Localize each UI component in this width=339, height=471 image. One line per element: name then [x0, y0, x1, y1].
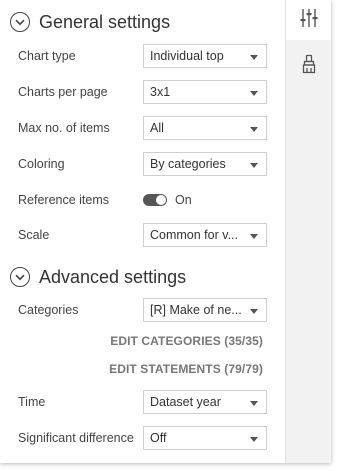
significant-difference-value: Off	[150, 431, 167, 445]
max-items-row: Max no. of items All	[18, 116, 268, 140]
settings-content: General settings Chart type Individual t…	[0, 0, 285, 463]
chevron-down-icon	[10, 12, 30, 32]
categories-value: [R] Make of ne...	[150, 303, 242, 317]
time-value: Dataset year	[150, 395, 221, 409]
coloring-value: By categories	[150, 157, 226, 171]
chart-type-select[interactable]: Individual top	[143, 44, 267, 68]
sliders-icon	[298, 7, 320, 34]
coloring-row: Coloring By categories	[18, 152, 268, 176]
time-select[interactable]: Dataset year	[143, 390, 267, 414]
categories-select[interactable]: [R] Make of ne...	[143, 298, 267, 322]
caret-down-icon	[250, 91, 258, 96]
max-items-value: All	[150, 121, 164, 135]
coloring-select[interactable]: By categories	[143, 152, 267, 176]
caret-down-icon	[250, 234, 258, 239]
brush-icon	[300, 54, 318, 79]
caret-down-icon	[250, 401, 258, 406]
reference-items-label: Reference items	[18, 193, 110, 207]
toggle-switch[interactable]	[143, 194, 167, 206]
edit-statements-button[interactable]: EDIT STATEMENTS (79/79)	[109, 362, 263, 376]
significant-difference-label: Significant difference	[18, 431, 134, 445]
general-settings-title: General settings	[39, 11, 171, 32]
scale-label: Scale	[18, 228, 50, 242]
sidebar-tab-settings[interactable]	[286, 0, 331, 40]
charts-per-page-row: Charts per page 3x1	[18, 80, 268, 104]
time-label: Time	[18, 395, 46, 409]
significant-difference-row: Significant difference Off	[18, 426, 268, 450]
chart-type-row: Chart type Individual top	[18, 44, 268, 68]
reference-items-state: On	[175, 193, 192, 207]
categories-row: Categories [R] Make of ne...	[18, 298, 268, 322]
caret-down-icon	[250, 437, 258, 442]
max-items-label: Max no. of items	[18, 121, 110, 135]
charts-per-page-select[interactable]: 3x1	[143, 80, 267, 104]
reference-items-row: Reference items On	[18, 188, 268, 212]
edit-categories-button[interactable]: EDIT CATEGORIES (35/35)	[110, 334, 263, 348]
reference-items-toggle[interactable]: On	[143, 188, 192, 212]
scale-row: Scale Common for v...	[18, 223, 268, 247]
settings-panel: General settings Chart type Individual t…	[0, 0, 331, 463]
settings-sidebar	[285, 0, 331, 463]
coloring-label: Coloring	[18, 157, 65, 171]
charts-per-page-label: Charts per page	[18, 85, 108, 99]
chart-type-label: Chart type	[18, 49, 76, 63]
max-items-select[interactable]: All	[143, 116, 267, 140]
significant-difference-select[interactable]: Off	[143, 426, 267, 450]
chevron-down-icon	[10, 267, 30, 287]
advanced-settings-header[interactable]: Advanced settings	[10, 265, 186, 289]
scale-value: Common for v...	[150, 228, 238, 242]
charts-per-page-value: 3x1	[150, 85, 171, 99]
caret-down-icon	[250, 163, 258, 168]
time-row: Time Dataset year	[18, 390, 268, 414]
advanced-settings-title: Advanced settings	[39, 266, 187, 287]
caret-down-icon	[250, 309, 258, 314]
general-settings-header[interactable]: General settings	[10, 10, 170, 34]
categories-label: Categories	[18, 303, 79, 317]
toggle-knob	[156, 195, 166, 205]
caret-down-icon	[250, 127, 258, 132]
caret-down-icon	[250, 55, 258, 60]
sidebar-tab-style[interactable]	[286, 46, 331, 86]
scale-select[interactable]: Common for v...	[143, 223, 267, 247]
chart-type-value: Individual top	[150, 49, 224, 63]
